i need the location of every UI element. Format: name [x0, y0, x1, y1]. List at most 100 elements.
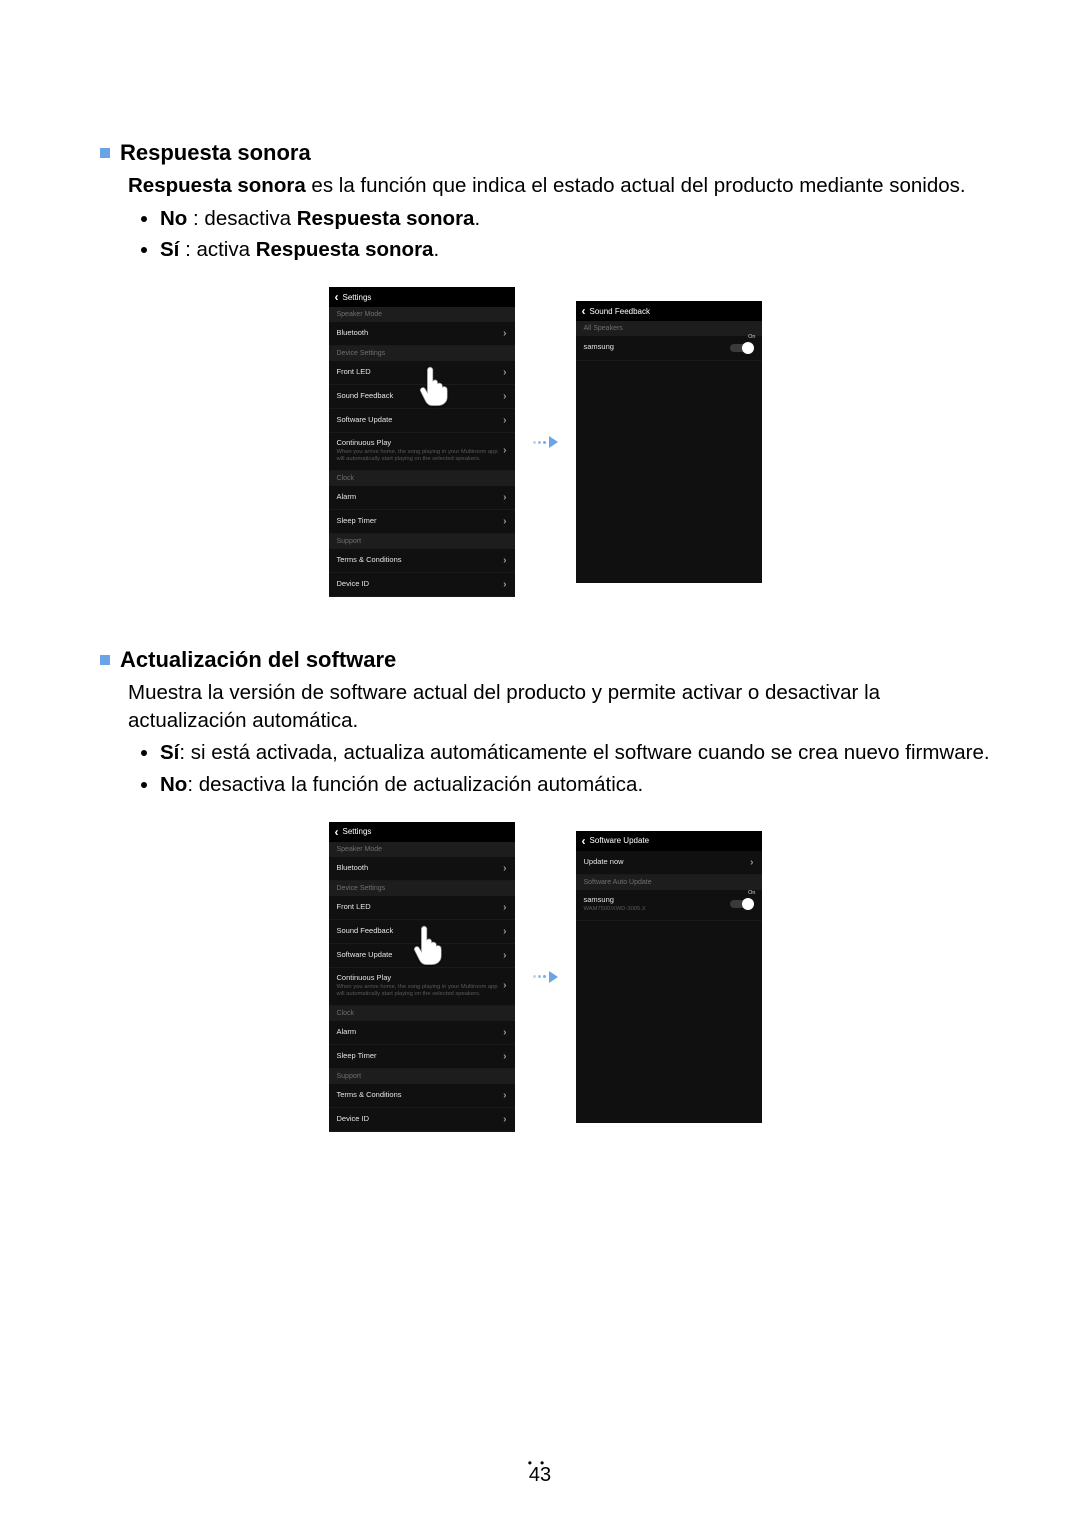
toggle-on-icon: On: [730, 342, 754, 354]
phone-row-bluetooth: Bluetooth›: [329, 322, 515, 346]
phone-mock-sound-feedback: ‹ Sound Feedback All Speakers samsung On: [576, 301, 762, 583]
phone-header: ‹ Settings: [329, 822, 515, 842]
bullet-text: : desactiva la función de actualización …: [187, 773, 643, 796]
bullet-bold: Respuesta sonora: [256, 238, 434, 261]
row-label: Sound Feedback: [337, 391, 394, 400]
row-label: Alarm: [337, 492, 357, 501]
phone-blank-body: [576, 361, 762, 583]
row-label: Device ID: [337, 1114, 370, 1123]
bullet-text: : si está activada, actualiza automática…: [179, 741, 989, 764]
phone-title: Software Update: [590, 836, 650, 845]
row-label: Bluetooth: [337, 863, 369, 872]
row-label: Front LED: [337, 902, 371, 911]
bullet-label: Sí: [160, 741, 179, 764]
bullet-end: .: [433, 238, 439, 261]
chevron-right-icon: ›: [503, 980, 506, 991]
back-icon: ‹: [335, 825, 339, 839]
chevron-right-icon: ›: [503, 950, 506, 961]
phone-group-label: Device Settings: [329, 346, 515, 361]
chevron-right-icon: ›: [503, 926, 506, 937]
chevron-right-icon: ›: [503, 1027, 506, 1038]
phone-row-front-led: Front LED ›: [329, 896, 515, 920]
screenshot-row: ‹ Settings Speaker Mode Bluetooth› Devic…: [100, 287, 990, 597]
phone-group-label: Speaker Mode: [329, 307, 515, 322]
chevron-right-icon: ›: [503, 902, 506, 913]
bullet-text: : activa: [179, 238, 255, 261]
phone-row-sound-feedback: Sound Feedback ›: [329, 385, 515, 409]
phone-group-label: Device Settings: [329, 881, 515, 896]
row-label: Software Update: [337, 415, 393, 424]
phone-row-sound-feedback: Sound Feedback ›: [329, 920, 515, 944]
bullet-list: Sí: si está activada, actualiza automáti…: [160, 738, 990, 799]
section-description: Muestra la versión de software actual de…: [128, 679, 990, 734]
bullet-label: No: [160, 207, 187, 230]
phone-group-label: Support: [329, 534, 515, 549]
phone-row-sleep-timer: Sleep Timer ›: [329, 510, 515, 534]
phone-title: Sound Feedback: [590, 307, 651, 316]
phone-group-label: Clock: [329, 471, 515, 486]
phone-header: ‹ Sound Feedback: [576, 301, 762, 321]
chevron-right-icon: ›: [503, 863, 506, 874]
page-footer: •• 43: [0, 1456, 1080, 1487]
phone-row-continuous-play: Continuous Play When you arrive home, th…: [329, 968, 515, 1006]
section-heading: Actualización del software: [100, 647, 990, 673]
chevron-right-icon: ›: [503, 492, 506, 503]
row-label: Software Update: [337, 950, 393, 959]
row-label: Update now: [584, 857, 624, 866]
bullet-square-icon: [100, 655, 110, 665]
chevron-right-icon: ›: [503, 579, 506, 590]
chevron-right-icon: ›: [503, 391, 506, 402]
desc-bold: Respuesta sonora: [128, 174, 306, 197]
phone-title: Settings: [343, 293, 372, 302]
desc-rest: es la función que indica el estado actua…: [306, 174, 966, 197]
row-subtitle: When you arrive home, the song playing i…: [337, 984, 504, 998]
phone-title: Settings: [343, 827, 372, 836]
section-actualizacion-software: Actualización del software Muestra la ve…: [100, 647, 990, 1132]
row-label: Sound Feedback: [337, 926, 394, 935]
row-label: Alarm: [337, 1027, 357, 1036]
phone-mock-settings: ‹ Settings Speaker Mode Bluetooth› Devic…: [329, 287, 515, 597]
phone-row-device-id: Device ID›: [329, 573, 515, 597]
bullet-list: No : desactiva Respuesta sonora. Sí : ac…: [160, 204, 990, 265]
phone-row-device-id: Device ID›: [329, 1108, 515, 1132]
section-heading: Respuesta sonora: [100, 140, 990, 166]
row-subtitle: When you arrive home, the song playing i…: [337, 449, 504, 463]
bullet-item-no: No: desactiva la función de actualizació…: [160, 770, 990, 800]
phone-group-label: All Speakers: [576, 321, 762, 336]
page-number: 43: [529, 1464, 551, 1486]
phone-header: ‹ Settings: [329, 287, 515, 307]
row-title: Continuous Play: [337, 438, 392, 447]
chevron-right-icon: ›: [750, 857, 753, 868]
phone-row-continuous-play: Continuous Play When you arrive home, th…: [329, 433, 515, 471]
phone-row-bluetooth: Bluetooth ›: [329, 857, 515, 881]
phone-mock-settings: ‹ Settings Speaker Mode Bluetooth › Devic…: [329, 822, 515, 1132]
phone-row-terms: Terms & Conditions›: [329, 1084, 515, 1108]
chevron-right-icon: ›: [503, 516, 506, 527]
chevron-right-icon: ›: [503, 555, 506, 566]
phone-row-software-update: Software Update ›: [329, 409, 515, 433]
row-label: Sleep Timer: [337, 1051, 377, 1060]
row-label: samsung WAM7500/XWD-3005.X: [584, 895, 646, 913]
phone-row-software-update: Software Update ›: [329, 944, 515, 968]
bullet-square-icon: [100, 148, 110, 158]
row-label: Sleep Timer: [337, 516, 377, 525]
transition-arrow-icon: [533, 436, 558, 448]
bullet-bold: Respuesta sonora: [297, 207, 475, 230]
bullet-label: No: [160, 773, 187, 796]
chevron-right-icon: ›: [503, 415, 506, 426]
phone-row-speaker-toggle: samsung WAM7500/XWD-3005.X On: [576, 890, 762, 921]
row-label: Terms & Conditions: [337, 555, 402, 564]
back-icon: ‹: [335, 290, 339, 304]
toggle-on-label: On: [748, 890, 755, 896]
phone-row-alarm: Alarm ›: [329, 1021, 515, 1045]
row-label: samsung: [584, 342, 614, 351]
row-label: Continuous Play When you arrive home, th…: [337, 438, 504, 463]
phone-group-label: Clock: [329, 1006, 515, 1021]
row-label: Terms & Conditions: [337, 1090, 402, 1099]
phone-header: ‹ Software Update: [576, 831, 762, 851]
phone-group-label: Speaker Mode: [329, 842, 515, 857]
section-title: Respuesta sonora: [120, 140, 311, 166]
phone-group-label: Support: [329, 1069, 515, 1084]
bullet-label: Sí: [160, 238, 179, 261]
section-description: Respuesta sonora es la función que indic…: [128, 172, 990, 200]
